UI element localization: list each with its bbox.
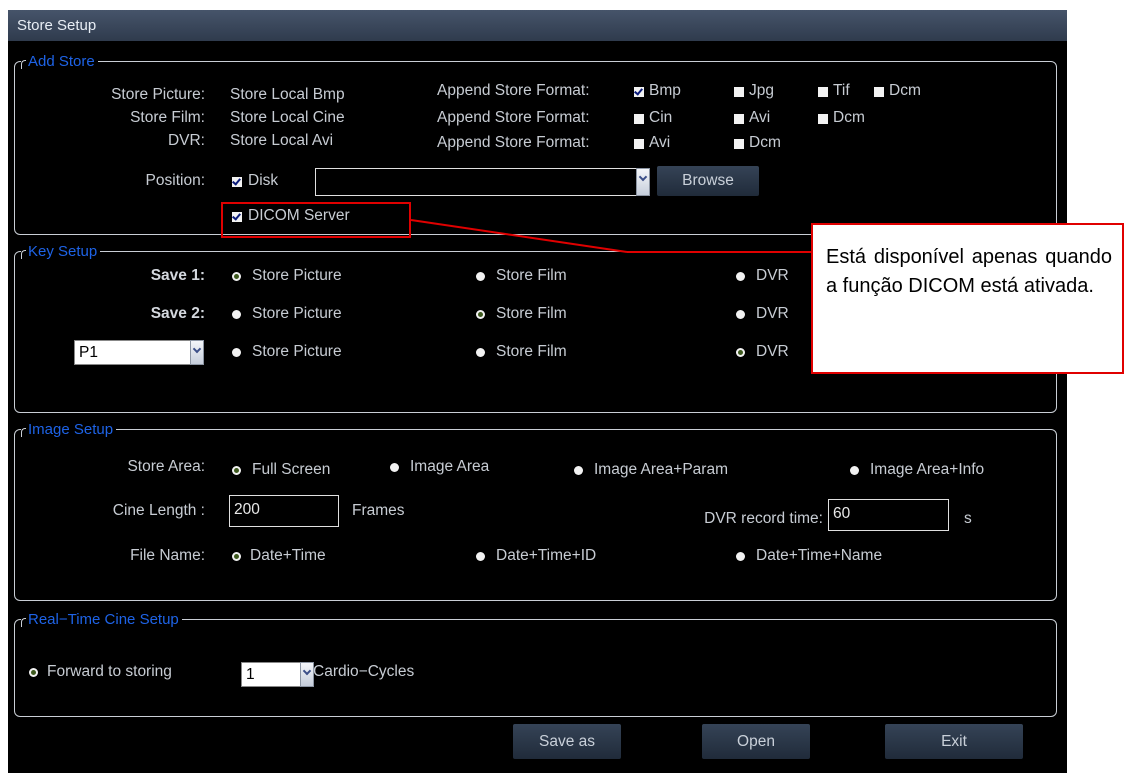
tif-checkbox[interactable] bbox=[818, 87, 828, 97]
save2-picture-radio[interactable] bbox=[232, 310, 241, 319]
p-film-label: Store Film bbox=[496, 343, 567, 360]
area-image-radio[interactable] bbox=[390, 463, 399, 472]
position-label: Position: bbox=[145, 172, 205, 189]
store-setup-window: Store Setup Add Store Store Picture: Sto… bbox=[8, 10, 1067, 773]
dvr-value: Store Local Avi bbox=[230, 132, 334, 149]
dvr-time-label: DVR record time: bbox=[704, 510, 823, 527]
dicom-note-callout: Está disponível apenas quando a função D… bbox=[811, 223, 1124, 374]
store-picture-label: Store Picture: bbox=[111, 86, 205, 103]
store-area-label: Store Area: bbox=[127, 458, 205, 475]
save-as-button[interactable]: Save as bbox=[513, 724, 621, 759]
dicom-server-highlight bbox=[221, 202, 411, 238]
dvr-time-input[interactable]: 60 bbox=[828, 499, 949, 531]
p-key-select[interactable]: P1 bbox=[74, 340, 192, 365]
save2-dvr-radio[interactable] bbox=[736, 310, 745, 319]
browse-button[interactable]: Browse bbox=[657, 166, 759, 196]
cin-label: Cin bbox=[649, 109, 673, 126]
disk-path-dropdown[interactable] bbox=[636, 168, 650, 196]
area-full-label: Full Screen bbox=[252, 461, 331, 478]
avi-film-checkbox[interactable] bbox=[734, 114, 744, 124]
cycles-unit: Cardio−Cycles bbox=[313, 663, 415, 680]
save1-film-label: Store Film bbox=[496, 267, 567, 284]
cin-checkbox[interactable] bbox=[634, 114, 644, 124]
fn-datetime-label: Date+Time bbox=[250, 547, 326, 564]
key-setup-legend: Key Setup bbox=[21, 243, 101, 260]
save1-dvr-radio[interactable] bbox=[736, 272, 745, 281]
disk-label: Disk bbox=[248, 172, 279, 189]
bmp-checkbox[interactable] bbox=[634, 87, 644, 97]
store-picture-value: Store Local Bmp bbox=[230, 86, 345, 103]
bmp-label: Bmp bbox=[649, 82, 681, 99]
dcm-dvr-label: Dcm bbox=[749, 134, 781, 151]
save1-dvr-label: DVR bbox=[756, 267, 789, 284]
area-full-radio[interactable] bbox=[232, 466, 241, 475]
save1-film-radio[interactable] bbox=[476, 272, 485, 281]
fn-datetime-id-label: Date+Time+ID bbox=[496, 547, 597, 564]
image-setup-legend: Image Setup bbox=[21, 421, 117, 438]
tif-label: Tif bbox=[833, 82, 850, 99]
append-format-label-dvr: Append Store Format: bbox=[437, 134, 590, 151]
store-film-label: Store Film: bbox=[130, 109, 205, 126]
area-info-radio[interactable] bbox=[850, 466, 859, 475]
frames-label: Frames bbox=[352, 502, 405, 519]
jpg-label: Jpg bbox=[749, 82, 774, 99]
save1-picture-label: Store Picture bbox=[252, 267, 342, 284]
area-image-label: Image Area bbox=[410, 458, 490, 475]
fn-datetime-id-radio[interactable] bbox=[476, 552, 485, 561]
p-picture-label: Store Picture bbox=[252, 343, 342, 360]
dcm-picture-checkbox[interactable] bbox=[874, 87, 884, 97]
cine-length-input[interactable]: 200 bbox=[229, 495, 339, 527]
seconds-unit: s bbox=[964, 510, 972, 527]
append-format-label-picture: Append Store Format: bbox=[437, 82, 590, 99]
p-picture-radio[interactable] bbox=[232, 348, 241, 357]
avi-dvr-checkbox[interactable] bbox=[634, 139, 644, 149]
dcm-film-checkbox[interactable] bbox=[818, 114, 828, 124]
area-info-label: Image Area+Info bbox=[870, 461, 985, 478]
save2-film-label: Store Film bbox=[496, 305, 567, 322]
avi-film-label: Avi bbox=[749, 109, 771, 126]
cycles-dropdown[interactable] bbox=[300, 662, 314, 687]
fn-datetime-name-radio[interactable] bbox=[736, 552, 745, 561]
forward-label: Forward to storing bbox=[47, 663, 172, 680]
save2-dvr-label: DVR bbox=[756, 305, 789, 322]
fn-datetime-radio[interactable] bbox=[232, 552, 241, 561]
cycles-select[interactable]: 1 bbox=[241, 662, 301, 687]
dvr-label: DVR: bbox=[167, 132, 205, 149]
p-key-dropdown[interactable] bbox=[190, 340, 204, 365]
dcm-film-label: Dcm bbox=[833, 109, 865, 126]
window-title: Store Setup bbox=[8, 10, 1067, 41]
save2-label: Save 2: bbox=[150, 305, 205, 322]
dcm-dvr-checkbox[interactable] bbox=[734, 139, 744, 149]
avi-dvr-label: Avi bbox=[649, 134, 671, 151]
save1-picture-radio[interactable] bbox=[232, 272, 241, 281]
save2-picture-label: Store Picture bbox=[252, 305, 342, 322]
store-film-value: Store Local Cine bbox=[230, 109, 345, 126]
dcm-picture-label: Dcm bbox=[889, 82, 921, 99]
p-dvr-label: DVR bbox=[756, 343, 789, 360]
disk-path-input[interactable] bbox=[315, 168, 637, 196]
jpg-checkbox[interactable] bbox=[734, 87, 744, 97]
save1-label: Save 1: bbox=[150, 267, 205, 284]
exit-button[interactable]: Exit bbox=[885, 724, 1023, 759]
file-name-label: File Name: bbox=[130, 547, 205, 564]
p-film-radio[interactable] bbox=[476, 348, 485, 357]
save2-film-radio[interactable] bbox=[476, 310, 485, 319]
area-param-label: Image Area+Param bbox=[594, 461, 728, 478]
add-store-legend: Add Store bbox=[21, 53, 98, 70]
area-param-radio[interactable] bbox=[574, 466, 583, 475]
forward-radio[interactable] bbox=[29, 668, 38, 677]
disk-checkbox[interactable] bbox=[232, 177, 242, 187]
p-dvr-radio[interactable] bbox=[736, 348, 745, 357]
fn-datetime-name-label: Date+Time+Name bbox=[756, 547, 883, 564]
append-format-label-film: Append Store Format: bbox=[437, 109, 590, 126]
cine-length-label: Cine Length : bbox=[112, 502, 205, 519]
open-button[interactable]: Open bbox=[702, 724, 810, 759]
realtime-cine-legend: Real−Time Cine Setup bbox=[21, 611, 182, 628]
